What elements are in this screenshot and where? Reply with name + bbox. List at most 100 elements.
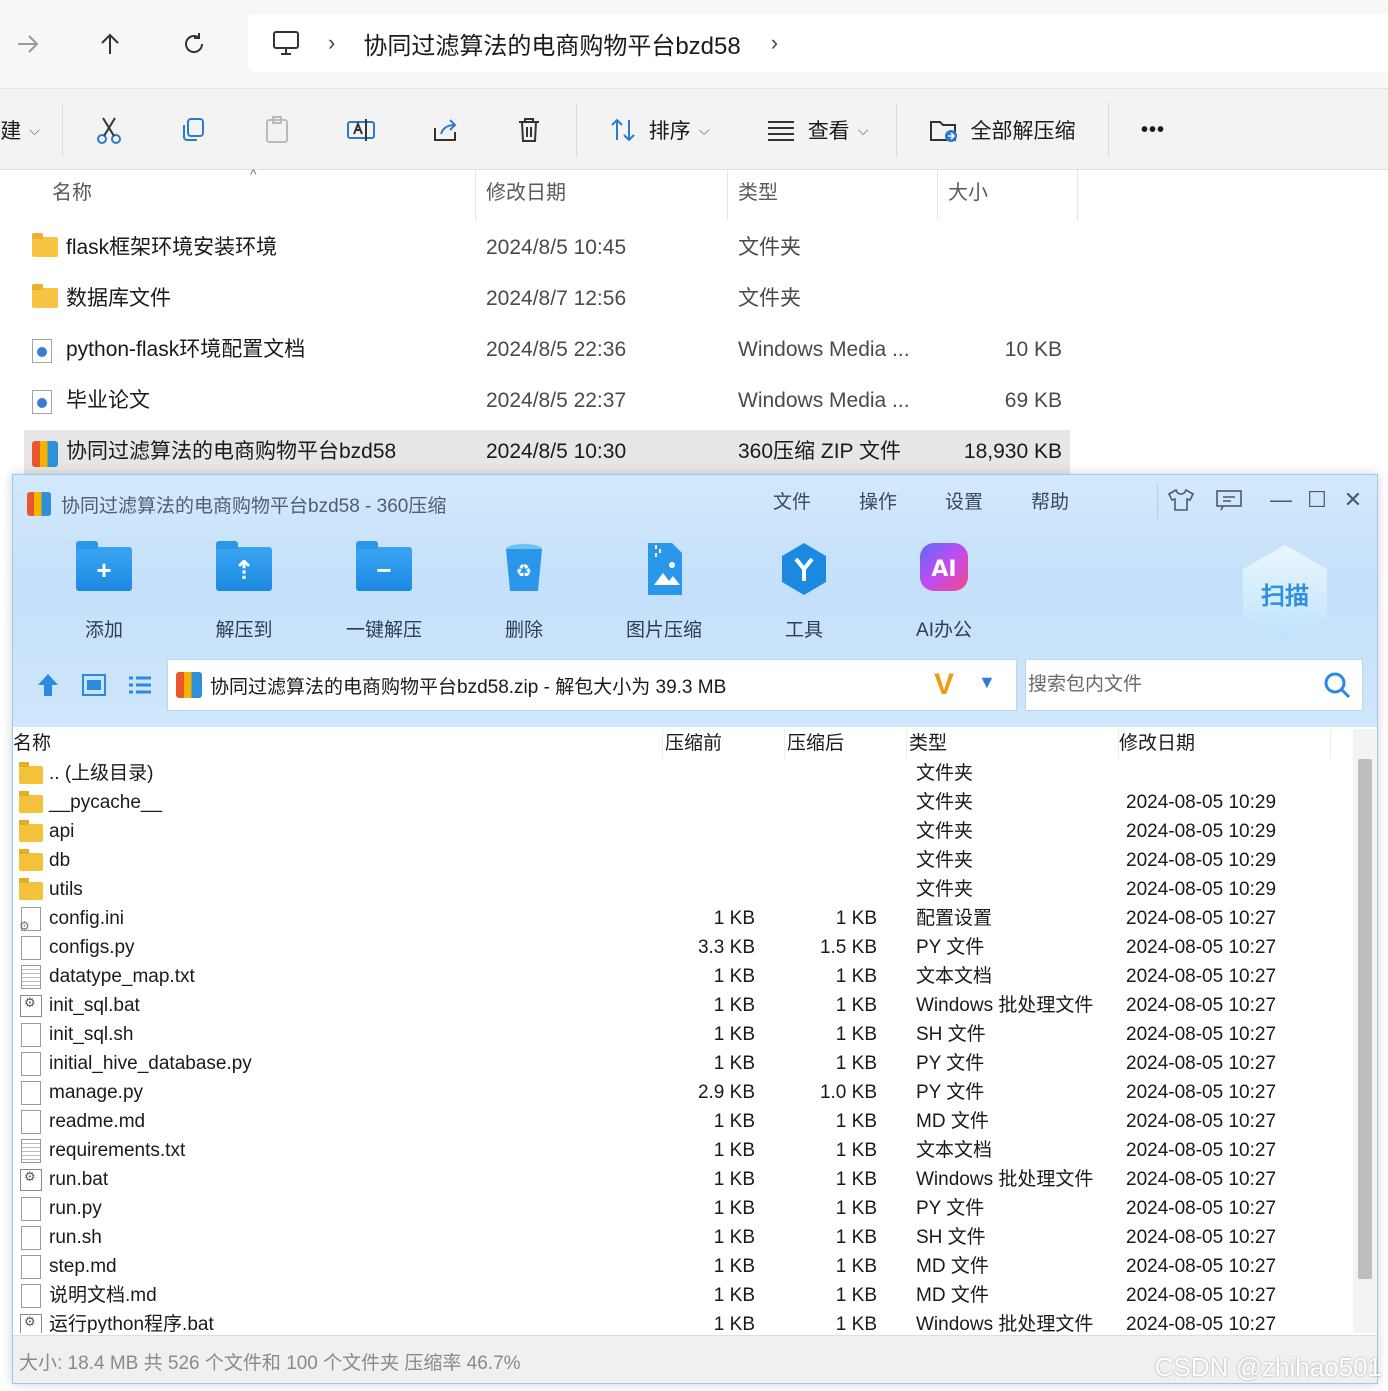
chevron-down-icon[interactable]: ▼ — [978, 672, 996, 693]
archive-row[interactable]: configs.py 3.3 KB 1.5 KB PY 文件 2024-08-05 10… — [13, 933, 1353, 962]
archive-file-type: 文本文档 — [916, 1140, 993, 1161]
column-type[interactable]: 类型 — [909, 729, 1119, 759]
archive-row[interactable]: db 文件夹 2024-08-05 10:29 — [13, 846, 1353, 875]
chevron-right-icon[interactable]: › — [771, 30, 778, 56]
archive-row[interactable]: utils 文件夹 2024-08-05 10:29 — [13, 875, 1353, 904]
column-date[interactable]: 修改日期 — [476, 170, 728, 220]
archive-row[interactable]: init_sql.sh 1 KB 1 KB SH 文件 2024-08-05 10:27 — [13, 1020, 1353, 1049]
archive-size-before: 1 KB — [713, 1024, 755, 1045]
thumbnail-view-icon[interactable] — [79, 671, 109, 699]
computer-icon[interactable] — [270, 27, 302, 59]
rename-icon[interactable] — [338, 89, 384, 171]
forward-arrow-icon[interactable] — [6, 22, 50, 66]
menu-help[interactable]: 帮助 — [1031, 487, 1069, 514]
vip-badge-icon[interactable]: V — [934, 668, 954, 702]
archive-row[interactable]: .. (上级目录) 文件夹 — [13, 759, 1353, 788]
one-click-extract-button[interactable]: − 一键解压 — [329, 541, 439, 641]
file-row[interactable]: flask框架环境安装环境 2024/8/5 10:45 文件夹 — [24, 226, 1070, 272]
scan-button[interactable]: 扫描 — [1243, 545, 1327, 641]
window-title: 协同过滤算法的电商购物平台bzd58 - 360压缩 — [27, 489, 446, 519]
file-icon — [19, 936, 43, 960]
archive-file-date: 2024-08-05 10:27 — [1126, 1140, 1277, 1161]
archive-row[interactable]: run.sh 1 KB 1 KB SH 文件 2024-08-05 10:27 — [13, 1223, 1353, 1252]
more-options-button[interactable]: ••• — [1130, 89, 1176, 171]
feedback-icon[interactable] — [1211, 485, 1247, 515]
tools-button[interactable]: 工具 — [749, 541, 859, 641]
archive-row[interactable]: manage.py 2.9 KB 1.0 KB PY 文件 2024-08-05 10:… — [13, 1078, 1353, 1107]
file-row[interactable]: python-flask环境配置文档 2024/8/5 22:36 Window… — [24, 328, 1070, 374]
archive-row[interactable]: config.ini 1 KB 1 KB 配置设置 2024-08-05 10:27 — [13, 904, 1353, 933]
paste-icon[interactable] — [254, 89, 300, 171]
up-arrow-icon[interactable] — [88, 22, 132, 66]
scrollbar-thumb[interactable] — [1358, 759, 1372, 1279]
view-button[interactable]: 查看 ⌵ — [758, 89, 876, 171]
minimize-icon[interactable]: — — [1263, 485, 1299, 515]
archive-search-field[interactable] — [1025, 659, 1363, 711]
archive-file-date: 2024-08-05 10:27 — [1126, 1256, 1277, 1277]
new-button[interactable]: 建 ⌵ — [0, 89, 40, 171]
vertical-scrollbar[interactable] — [1353, 729, 1377, 1333]
sort-icon — [610, 118, 635, 142]
archive-path-field[interactable]: 协同过滤算法的电商购物平台bzd58.zip - 解包大小为 39.3 MB V… — [167, 659, 1017, 711]
sort-button[interactable]: 排序 ⌵ — [600, 89, 718, 171]
archive-file-type: PY 文件 — [916, 1082, 985, 1103]
archive-row[interactable]: run.py 1 KB 1 KB PY 文件 2024-08-05 10:27 — [13, 1194, 1353, 1223]
skin-icon[interactable] — [1163, 485, 1199, 515]
sort-label: 排序 — [648, 120, 691, 143]
column-size[interactable]: 大小 — [938, 170, 1078, 220]
column-date[interactable]: 修改日期 — [1119, 729, 1331, 759]
list-view-icon[interactable] — [125, 671, 155, 699]
extract-to-button[interactable]: ⇡ 解压到 — [189, 541, 299, 641]
archive-row[interactable]: api 文件夹 2024-08-05 10:29 — [13, 817, 1353, 846]
address-bar[interactable]: › 协同过滤算法的电商购物平台bzd58 › — [248, 14, 1388, 72]
close-icon[interactable]: ✕ — [1335, 485, 1371, 515]
ai-office-button[interactable]: AI AI办公 — [889, 541, 999, 641]
archive-file-name: init_sql.sh — [49, 1024, 134, 1045]
archive-row[interactable]: requirements.txt 1 KB 1 KB 文本文档 2024-08-05 1… — [13, 1136, 1353, 1165]
archive-row[interactable]: __pycache__ 文件夹 2024-08-05 10:29 — [13, 788, 1353, 817]
archive-row[interactable]: 运行python程序.bat 1 KB 1 KB Windows 批处理文件 2024-… — [13, 1310, 1353, 1333]
extract-all-button[interactable]: 全部解压缩 — [920, 89, 1084, 171]
file-name: 协同过滤算法的电商购物平台bzd58 — [66, 440, 397, 463]
share-icon[interactable] — [422, 89, 468, 171]
cut-icon[interactable] — [86, 89, 132, 171]
svg-text:♻: ♻ — [516, 561, 532, 582]
column-size-before[interactable]: 压缩前 — [665, 729, 785, 759]
add-button[interactable]: + 添加 — [49, 541, 159, 641]
delete-icon[interactable] — [506, 89, 552, 171]
one-click-extract-icon: − — [356, 541, 412, 593]
up-level-arrow-icon[interactable] — [33, 671, 63, 699]
archive-size-after: 1 KB — [835, 1111, 877, 1132]
archive-row[interactable]: initial_hive_database.py 1 KB 1 KB PY 文件 202… — [13, 1049, 1353, 1078]
archive-search-input[interactable] — [1028, 674, 1308, 696]
file-row-selected[interactable]: 协同过滤算法的电商购物平台bzd58 2024/8/5 10:30 360压缩 … — [24, 430, 1070, 476]
archive-row[interactable]: step.md 1 KB 1 KB MD 文件 2024-08-05 10:27 — [13, 1252, 1353, 1281]
archive-size-before: 1 KB — [713, 1169, 755, 1190]
image-compress-label: 图片压缩 — [625, 620, 702, 641]
column-size-after[interactable]: 压缩后 — [787, 729, 907, 759]
file-icon — [19, 1023, 43, 1047]
chevron-right-icon[interactable]: › — [328, 30, 335, 56]
image-compress-button[interactable]: 图片压缩 — [609, 541, 719, 641]
file-row[interactable]: 毕业论文 2024/8/5 22:37 Windows Media ... 69… — [24, 379, 1070, 425]
delete-button[interactable]: ♻ 删除 — [469, 541, 579, 641]
archive-file-name: manage.py — [49, 1082, 144, 1103]
menu-file[interactable]: 文件 — [773, 487, 811, 514]
archive-row[interactable]: 说明文档.md 1 KB 1 KB MD 文件 2024-08-05 10:27 — [13, 1281, 1353, 1310]
archive-row[interactable]: datatype_map.txt 1 KB 1 KB 文本文档 2024-08-05 1… — [13, 962, 1353, 991]
archive-row[interactable]: readme.md 1 KB 1 KB MD 文件 2024-08-05 10:27 — [13, 1107, 1353, 1136]
archive-row[interactable]: run.bat 1 KB 1 KB Windows 批处理文件 2024-08-05 1… — [13, 1165, 1353, 1194]
menu-settings[interactable]: 设置 — [945, 487, 983, 514]
copy-icon[interactable] — [170, 89, 216, 171]
archive-file-name: 运行python程序.bat — [49, 1314, 214, 1333]
archive-row[interactable]: init_sql.bat 1 KB 1 KB Windows 批处理文件 2024-08… — [13, 991, 1353, 1020]
file-row[interactable]: 数据库文件 2024/8/7 12:56 文件夹 — [24, 277, 1070, 323]
maximize-icon[interactable]: ☐ — [1299, 485, 1335, 515]
menu-operate[interactable]: 操作 — [859, 487, 897, 514]
breadcrumb-folder[interactable]: 协同过滤算法的电商购物平台bzd58 — [363, 26, 740, 61]
column-name[interactable]: 名称 — [13, 729, 663, 759]
search-icon[interactable] — [1322, 670, 1352, 700]
column-type[interactable]: 类型 — [728, 170, 938, 220]
refresh-icon[interactable] — [172, 22, 216, 66]
column-name[interactable]: 名称 — [42, 170, 476, 220]
